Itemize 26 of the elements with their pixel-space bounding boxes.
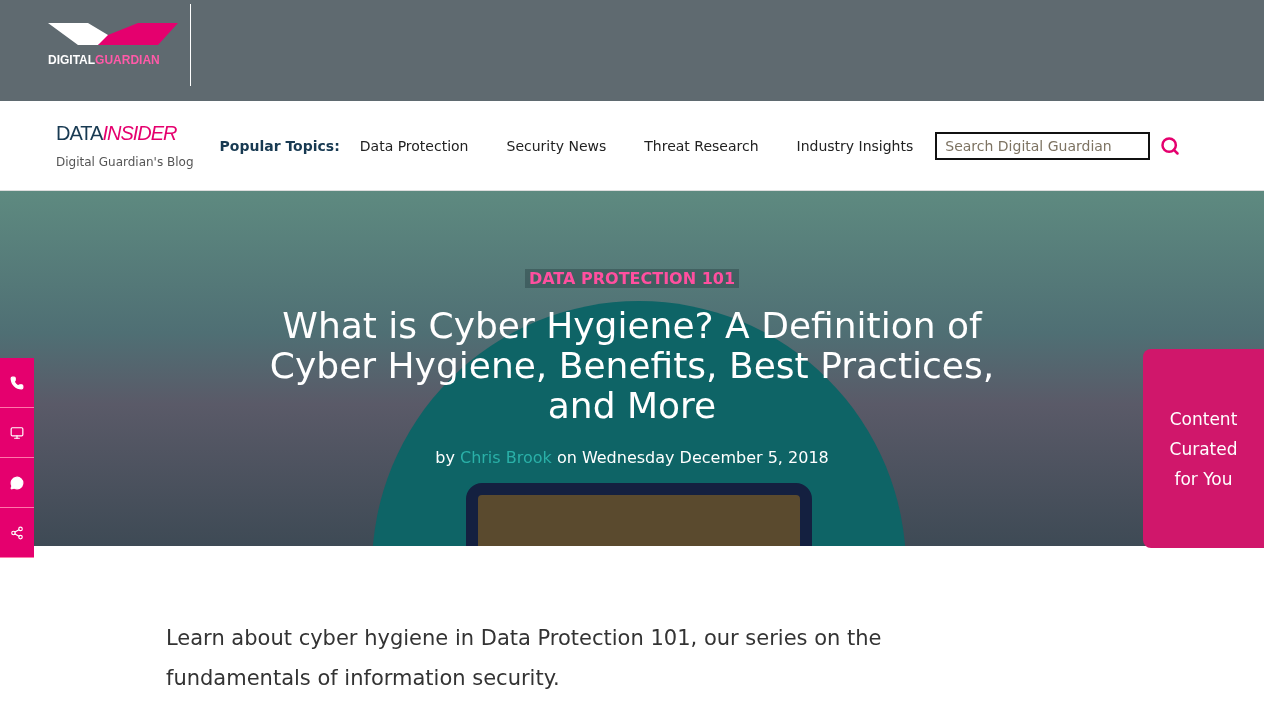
curated-content-button[interactable]: Content Curated for You	[1143, 349, 1264, 548]
article-title: What is Cyber Hygiene? A Definition of Cyber Hygiene, Benefits, Best Practices, and More	[268, 306, 996, 426]
side-button[interactable]	[0, 358, 34, 408]
search-field[interactable]: Search Digital Guardian	[935, 131, 1151, 160]
monitor-icon	[10, 425, 24, 440]
nav-link[interactable]: Industry Insights	[796, 137, 914, 154]
blog-logo-word[interactable]: DATA	[56, 122, 103, 144]
brand-word: DIGITAL	[48, 52, 96, 67]
nav-link[interactable]: Data Protection	[359, 137, 469, 154]
blog-tagline: Digital Guardian's Blog	[56, 155, 194, 169]
search-icon[interactable]	[1160, 135, 1181, 156]
share-icon	[10, 525, 24, 540]
byline: by Chris Brook on Wednesday December 5, 2018	[435, 448, 829, 467]
nav-label: Popular Topics:	[219, 137, 340, 154]
brand-word: GUARDIAN	[95, 52, 160, 67]
intro-paragraph: Learn about cyber hygiene in Data Protection 101, our series on the fundamentals of information security.	[166, 625, 883, 692]
side-button[interactable]	[0, 408, 34, 458]
nav-link[interactable]: Threat Research	[644, 137, 759, 154]
side-button[interactable]	[0, 508, 34, 558]
nav-link[interactable]: Security News	[506, 137, 607, 154]
category-label: DATA PROTECTION 101	[524, 269, 740, 288]
side-button[interactable]	[0, 458, 34, 508]
blog-logo-word[interactable]: INSIDER	[102, 122, 177, 144]
phone-icon	[10, 375, 24, 390]
wing-logo-icon	[48, 22, 178, 45]
chat-bubble-icon	[10, 475, 24, 490]
